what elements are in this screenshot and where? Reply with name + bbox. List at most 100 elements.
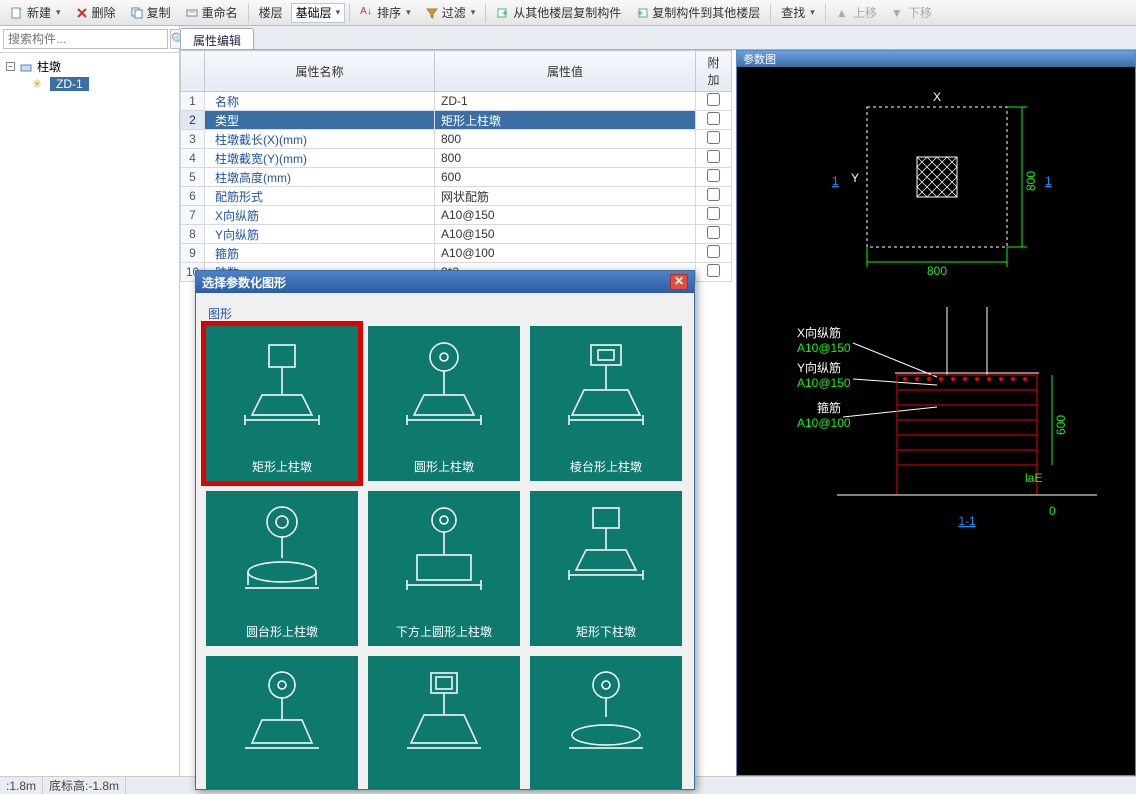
shape-option[interactable]: 下方上圆形上柱墩 <box>368 491 520 646</box>
additional-checkbox[interactable] <box>707 264 720 277</box>
dropdown-arrow-icon: ▾ <box>406 7 411 18</box>
shape-option[interactable]: 圆台形上柱墩 <box>206 491 358 646</box>
shape-option[interactable]: 棱台形上柱墩 <box>530 326 682 481</box>
shape-option[interactable]: 矩形下柱墩 <box>530 491 682 646</box>
additional-checkbox[interactable] <box>707 188 720 201</box>
tree-child-row[interactable]: ✳ ZD-1 <box>32 76 173 92</box>
status-right: 底标高:-1.8m <box>43 777 126 794</box>
sort-button[interactable]: A↓ 排序 ▾ <box>354 2 417 23</box>
dropdown-arrow-icon: ▾ <box>336 7 341 18</box>
additional-checkbox[interactable] <box>707 93 720 106</box>
prop-value[interactable]: 800 <box>435 149 696 168</box>
shape-label: 棱台形下柱墩 <box>408 783 480 789</box>
row-index: 2 <box>181 111 205 130</box>
tree-root[interactable]: − 柱墩 <box>6 57 173 76</box>
prop-value[interactable]: A10@150 <box>435 225 696 244</box>
dialog-titlebar[interactable]: 选择参数化图形 ✕ <box>196 271 694 293</box>
toolbar: 新建 ▾ 删除 复制 重命名 楼层 基础层 ▾ A↓ 排序 ▾ 过滤 ▾ <box>0 0 1136 26</box>
floor-select[interactable]: 基础层 ▾ <box>291 3 346 23</box>
table-row[interactable]: 1名称ZD-1 <box>181 92 732 111</box>
prop-name: 柱墩截宽(Y)(mm) <box>205 149 435 168</box>
sort-label: 排序 <box>377 4 401 21</box>
table-row[interactable]: 2类型矩形上柱墩 <box>181 111 732 130</box>
prop-additional[interactable] <box>696 225 732 244</box>
shape-grid: 矩形上柱墩圆形上柱墩棱台形上柱墩圆台形上柱墩下方上圆形上柱墩 矩形下柱墩圆形下柱墩… <box>206 326 684 789</box>
tab-property-edit[interactable]: 属性编辑 <box>180 28 254 49</box>
stirrup-label: 箍筋 <box>817 400 841 415</box>
tree-collapse-icon[interactable]: − <box>6 62 15 71</box>
prop-additional[interactable] <box>696 130 732 149</box>
prop-value[interactable]: A10@150 <box>435 206 696 225</box>
rename-button[interactable]: 重命名 <box>179 2 244 23</box>
prop-value[interactable]: 600 <box>435 168 696 187</box>
copy-to-floor-button[interactable]: 复制构件到其他楼层 <box>629 2 766 23</box>
shape-option[interactable]: 圆形上柱墩 <box>368 326 520 481</box>
additional-checkbox[interactable] <box>707 169 720 182</box>
zero-label: 0 <box>1049 504 1056 518</box>
table-row[interactable]: 9箍筋A10@100 <box>181 244 732 263</box>
separator <box>485 4 486 22</box>
prop-value[interactable]: ZD-1 <box>435 92 696 111</box>
delete-button[interactable]: 删除 <box>69 2 122 23</box>
prop-value[interactable]: 800 <box>435 130 696 149</box>
prop-additional[interactable] <box>696 111 732 130</box>
additional-checkbox[interactable] <box>707 245 720 258</box>
new-button[interactable]: 新建 ▾ <box>4 2 67 23</box>
shape-thumbnail <box>206 326 358 453</box>
prop-additional[interactable] <box>696 206 732 225</box>
prop-additional[interactable] <box>696 187 732 206</box>
close-button[interactable]: ✕ <box>670 274 688 290</box>
prop-value[interactable]: 网状配筋 <box>435 187 696 206</box>
find-button[interactable]: 查找 ▾ <box>775 2 821 23</box>
table-row[interactable]: 4柱墩截宽(Y)(mm)800 <box>181 149 732 168</box>
copy-button[interactable]: 复制 <box>124 2 177 23</box>
filter-icon <box>425 6 439 20</box>
prop-name: 配筋形式 <box>205 187 435 206</box>
x-axis-label: X <box>933 90 941 104</box>
shape-thumbnail <box>206 491 358 618</box>
shape-option[interactable]: 圆形下柱墩 <box>206 656 358 789</box>
delete-label: 删除 <box>92 4 116 21</box>
table-row[interactable]: 8Y向纵筋A10@150 <box>181 225 732 244</box>
rename-icon <box>185 6 199 20</box>
col-name: 属性名称 <box>205 51 435 92</box>
shape-option[interactable]: 圆台形下柱墩 <box>530 656 682 789</box>
additional-checkbox[interactable] <box>707 112 720 125</box>
prop-value[interactable]: 矩形上柱墩 <box>435 111 696 130</box>
shape-label: 下方上圆形上柱墩 <box>396 618 492 646</box>
move-up-label: 上移 <box>853 4 877 21</box>
prop-additional[interactable] <box>696 92 732 111</box>
row-index: 4 <box>181 149 205 168</box>
shape-option[interactable]: 矩形上柱墩 <box>206 326 358 481</box>
row-index: 8 <box>181 225 205 244</box>
copy-to-label: 复制构件到其他楼层 <box>652 4 760 21</box>
prop-name: 柱墩高度(mm) <box>205 168 435 187</box>
height-dim: 600 <box>1054 415 1068 435</box>
rename-label: 重命名 <box>202 4 238 21</box>
shape-label: 矩形下柱墩 <box>576 618 636 646</box>
prop-value[interactable]: A10@100 <box>435 244 696 263</box>
filter-button[interactable]: 过滤 ▾ <box>419 2 482 23</box>
search-input[interactable] <box>3 29 168 49</box>
tree: − 柱墩 ✳ ZD-1 <box>0 53 179 96</box>
additional-checkbox[interactable] <box>707 207 720 220</box>
row-index: 1 <box>181 92 205 111</box>
additional-checkbox[interactable] <box>707 131 720 144</box>
shape-option[interactable]: 棱台形下柱墩 <box>368 656 520 789</box>
additional-checkbox[interactable] <box>707 226 720 239</box>
property-table: 属性名称 属性值 附加 1名称ZD-12类型矩形上柱墩3柱墩截长(X)(mm)8… <box>180 50 732 282</box>
prop-additional[interactable] <box>696 263 732 282</box>
additional-checkbox[interactable] <box>707 150 720 163</box>
y-axis-label: Y <box>851 171 859 185</box>
prop-additional[interactable] <box>696 149 732 168</box>
prop-additional[interactable] <box>696 244 732 263</box>
table-row[interactable]: 3柱墩截长(X)(mm)800 <box>181 130 732 149</box>
prop-additional[interactable] <box>696 168 732 187</box>
table-row[interactable]: 5柱墩高度(mm)600 <box>181 168 732 187</box>
floor-select-value: 基础层 <box>296 4 332 21</box>
table-row[interactable]: 7X向纵筋A10@150 <box>181 206 732 225</box>
shape-label: 圆台形下柱墩 <box>570 783 642 789</box>
copy-from-floor-button[interactable]: 从其他楼层复制构件 <box>490 2 627 23</box>
new-icon <box>10 6 24 20</box>
table-row[interactable]: 6配筋形式网状配筋 <box>181 187 732 206</box>
